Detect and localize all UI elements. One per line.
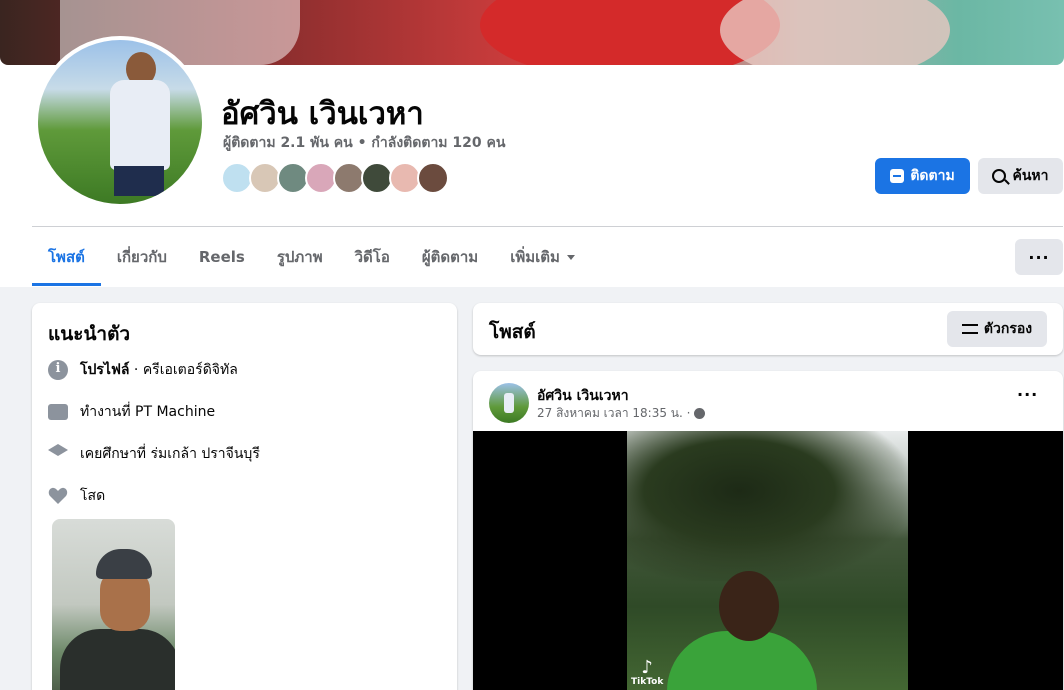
post-video[interactable]: ♪ TikTok	[473, 431, 1063, 690]
tab-videos[interactable]: วิดีโอ	[339, 228, 406, 286]
tab-label: เกี่ยวกับ	[116, 248, 167, 266]
filter-button-label: ตัวกรอง	[983, 321, 1033, 337]
search-icon	[992, 169, 1007, 183]
profile-header: อัศวิน เวินเวหา ผู้ติดตาม 2.1 พัน คน • ก…	[0, 0, 1064, 287]
graduation-cap-icon	[48, 444, 68, 456]
post-meta: 27 สิงหาคม เวลา 18:35 น. ·	[537, 404, 706, 423]
education-text: เคยศึกษาที่ ร่มเกล้า ปราจีนบุรี	[80, 446, 260, 462]
intro-title: แนะนำตัว	[48, 323, 131, 345]
profile-tabs: โพสต์ เกี่ยวกับ Reels รูปภาพ วิดีโอ ผู้ต…	[32, 228, 591, 286]
tiktok-label: TikTok	[631, 677, 664, 687]
posts-header: โพสต์ ตัวกรอง	[473, 303, 1063, 355]
follow-icon	[890, 169, 905, 183]
follower-avatar[interactable]	[417, 162, 449, 194]
profile-type-value: · ครีเอเตอร์ดิจิทัล	[129, 362, 238, 378]
tab-more[interactable]: เพิ่มเติม	[494, 228, 591, 286]
tab-label: เพิ่มเติม	[510, 248, 560, 266]
search-button[interactable]: ค้นหา	[978, 158, 1063, 194]
tab-label: ผู้ติดตาม	[421, 248, 479, 266]
intro-profile-type: โปรไฟล์ · ครีเอเตอร์ดิจิทัล	[48, 359, 238, 381]
follow-button[interactable]: ติดตาม	[875, 158, 970, 194]
follow-button-label: ติดตาม	[910, 168, 955, 184]
intro-relationship: โสด	[48, 485, 105, 507]
search-button-label: ค้นหา	[1012, 168, 1049, 184]
post-timestamp[interactable]: 27 สิงหาคม เวลา 18:35 น. ·	[537, 404, 690, 423]
post-more-button[interactable]: ···	[1017, 385, 1038, 404]
tab-reels[interactable]: Reels	[183, 228, 261, 286]
filter-icon	[961, 324, 978, 334]
heart-icon	[48, 486, 68, 506]
tiktok-watermark: ♪ TikTok	[631, 657, 664, 688]
tab-label: โพสต์	[48, 248, 85, 266]
post-author-avatar[interactable]	[489, 383, 529, 423]
globe-icon	[694, 408, 706, 419]
info-icon	[48, 360, 68, 380]
tab-label: รูปภาพ	[276, 248, 323, 266]
tab-followers[interactable]: ผู้ติดตาม	[406, 228, 494, 286]
caret-down-icon	[566, 254, 575, 260]
briefcase-icon	[48, 404, 68, 420]
follower-stats[interactable]: ผู้ติดตาม 2.1 พัน คน • กำลังติดตาม 120 ค…	[223, 132, 505, 154]
profile-avatar[interactable]	[34, 36, 206, 208]
featured-photo[interactable]	[52, 519, 175, 690]
tiktok-icon: ♪	[641, 657, 653, 678]
header-divider	[32, 226, 1063, 227]
intro-work[interactable]: ทำงานที่ PT Machine	[48, 401, 215, 423]
profile-more-button[interactable]: ···	[1015, 239, 1063, 275]
posts-title: โพสต์	[489, 321, 536, 343]
intro-card: แนะนำตัว โปรไฟล์ · ครีเอเตอร์ดิจิทัล ทำง…	[32, 303, 457, 690]
tab-posts[interactable]: โพสต์	[32, 228, 101, 286]
post-card: อัศวิน เวินเวหา 27 สิงหาคม เวลา 18:35 น.…	[473, 371, 1063, 690]
tab-label: Reels	[198, 248, 245, 266]
profile-name: อัศวิน เวินเวหา	[221, 96, 424, 132]
follower-avatars[interactable]	[221, 162, 449, 194]
intro-education[interactable]: เคยศึกษาที่ ร่มเกล้า ปราจีนบุรี	[48, 443, 260, 465]
relationship-text: โสด	[80, 488, 106, 504]
filter-button[interactable]: ตัวกรอง	[947, 311, 1047, 347]
profile-picture	[38, 40, 202, 204]
tab-label: วิดีโอ	[354, 248, 390, 266]
profile-type-label: โปรไฟล์	[80, 362, 130, 378]
tab-photos[interactable]: รูปภาพ	[261, 228, 339, 286]
video-frame: ♪ TikTok	[627, 431, 908, 690]
work-text: ทำงานที่ PT Machine	[80, 404, 216, 420]
tab-about[interactable]: เกี่ยวกับ	[101, 228, 183, 286]
